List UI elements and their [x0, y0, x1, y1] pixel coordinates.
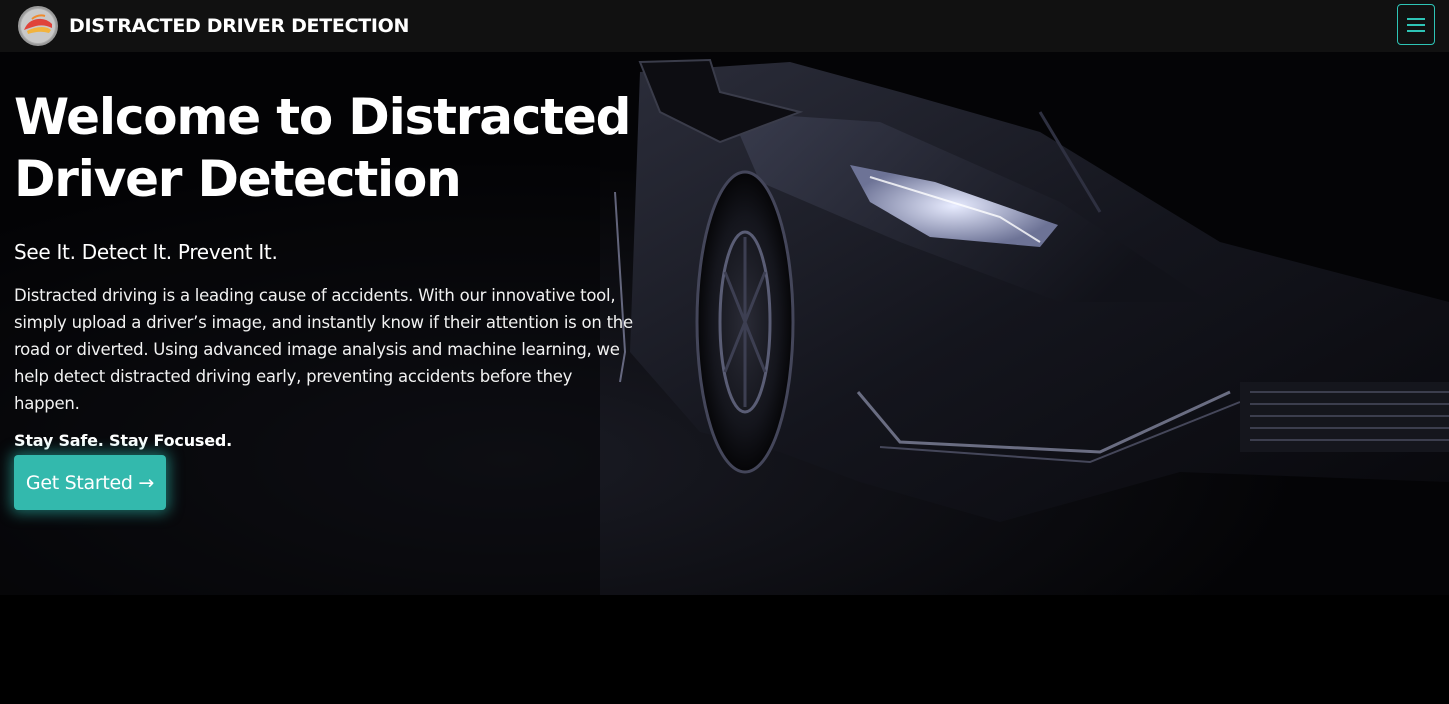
hero-section: Welcome to Distracted Driver Detection S… — [0, 52, 1449, 595]
page-title: Welcome to Distracted Driver Detection — [14, 88, 631, 208]
get-started-button[interactable]: Get Started → — [14, 455, 166, 510]
hero-description: Distracted driving is a leading cause of… — [14, 286, 633, 413]
navbar: DISTRACTED DRIVER DETECTION — [0, 0, 1449, 52]
hamburger-menu-icon — [1407, 17, 1425, 32]
hero-subtitle: See It. Detect It. Prevent It. — [14, 240, 278, 264]
car-logo-icon[interactable] — [18, 6, 58, 46]
menu-toggle-button[interactable] — [1397, 4, 1435, 45]
page-bottom-area — [0, 595, 1449, 704]
brand-title[interactable]: DISTRACTED DRIVER DETECTION — [69, 15, 409, 37]
hero-tagline: Stay Safe. Stay Focused. — [14, 431, 232, 450]
hero-content: Welcome to Distracted Driver Detection S… — [14, 86, 654, 450]
